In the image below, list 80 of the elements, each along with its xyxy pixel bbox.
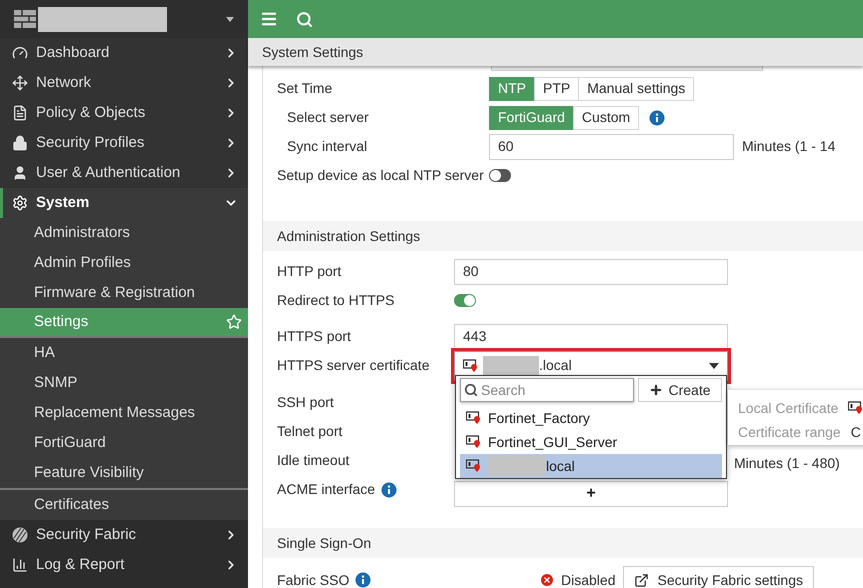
tooltip-value: C [850, 422, 861, 442]
section-title: Single Sign-On [277, 534, 372, 553]
field-label: Setup device as local NTP server [277, 166, 484, 185]
field-label: ACME interface [277, 480, 376, 499]
field-label: SSH port [277, 393, 334, 412]
star-icon[interactable] [226, 314, 242, 330]
sidebar-subitem[interactable]: Admin Profiles [0, 248, 248, 278]
tooltip-label: Local Certificate [738, 398, 838, 418]
section-title: Administration Settings [277, 226, 420, 246]
external-link-icon [634, 572, 650, 588]
move-icon [12, 75, 28, 91]
sidebar-subitem[interactable]: Certificates [0, 488, 248, 520]
info-icon[interactable] [649, 110, 666, 126]
redaction-block [483, 356, 539, 376]
dropdown-option[interactable]: Fortinet_Factory [460, 406, 722, 430]
sidebar-subitem[interactable]: Firmware & Registration [0, 278, 248, 308]
range-hint: Minutes (1 - 14 [742, 137, 836, 156]
sidebar-subitem[interactable]: Administrators [0, 218, 248, 248]
sidebar-item[interactable]: System [0, 188, 248, 218]
sidebar-subitem[interactable]: FortiGuard [0, 428, 248, 458]
sidebar-item[interactable]: User & Authentication [0, 158, 248, 188]
info-icon[interactable] [381, 482, 398, 498]
field-label: HTTPS server certificate [277, 356, 430, 375]
tooltip-label: Certificate range [738, 422, 841, 442]
logo-icon [14, 10, 36, 28]
search-field[interactable]: Search [460, 378, 634, 402]
certificate-icon [466, 411, 482, 425]
input-field[interactable]: 80 [454, 258, 728, 284]
caret-icon [709, 362, 719, 368]
dropdown-option[interactable]: local [460, 454, 722, 478]
select-value: .local [539, 356, 572, 375]
user-icon [12, 165, 28, 181]
sidebar-subitem[interactable]: Feature Visibility [0, 458, 248, 488]
certificate-icon [463, 358, 479, 372]
document-icon [12, 105, 28, 121]
bar-chart-icon [12, 557, 28, 573]
plus-icon [649, 383, 664, 397]
field-label: HTTP port [277, 262, 342, 281]
certificate-icon [466, 459, 482, 473]
toggle-switch[interactable] [454, 294, 476, 307]
field-label: Fabric SSO [277, 570, 350, 588]
info-icon[interactable] [355, 572, 372, 588]
sidebar-item[interactable]: Security Profiles [0, 128, 248, 158]
input-field[interactable]: 60 [489, 134, 734, 160]
page-title: System Settings [262, 42, 364, 62]
certificate-icon [848, 401, 863, 415]
segment-option[interactable]: PTP [534, 76, 580, 100]
field-label: Telnet port [277, 422, 342, 441]
sidebar-subitem[interactable]: SNMP [0, 368, 248, 398]
segment-option[interactable]: Custom [572, 106, 640, 130]
redaction-block [488, 456, 546, 476]
search-icon [464, 383, 478, 397]
range-hint: Minutes (1 - 480) [734, 454, 840, 470]
caret-icon[interactable] [226, 16, 234, 22]
create-button[interactable]: Create [638, 378, 722, 402]
certificate-icon [466, 435, 482, 449]
settings-icon [12, 195, 28, 211]
field-label: Set Time [277, 79, 332, 98]
status-text: Disabled [561, 570, 616, 588]
menu-icon[interactable] [260, 10, 278, 28]
add-field[interactable]: + [454, 480, 728, 506]
toggle-switch[interactable] [489, 169, 511, 182]
field-label: Redirect to HTTPS [277, 291, 394, 310]
sidebar-subitem[interactable]: HA [0, 338, 248, 368]
search-icon[interactable] [296, 10, 313, 28]
segment-option[interactable]: Manual settings [578, 76, 694, 100]
field-label: HTTPS port [277, 327, 351, 346]
field-label: Idle timeout [277, 451, 350, 470]
dropdown-option[interactable]: Fortinet_GUI_Server [460, 430, 722, 454]
field-label: Sync interval [287, 137, 368, 156]
field-label: Select server [287, 108, 369, 127]
striped-circle-icon [12, 527, 28, 543]
sidebar-item[interactable]: Network [0, 68, 248, 98]
input-field[interactable]: 443 [454, 324, 728, 350]
sidebar-item[interactable]: Policy & Objects [0, 98, 248, 128]
sidebar-subitem[interactable]: Replacement Messages [0, 398, 248, 428]
security-fabric-settings-button[interactable]: Security Fabric settings [623, 566, 814, 588]
lock-icon [12, 135, 28, 151]
sidebar-item[interactable]: Dashboard [0, 38, 248, 68]
gauge-icon [12, 45, 28, 61]
